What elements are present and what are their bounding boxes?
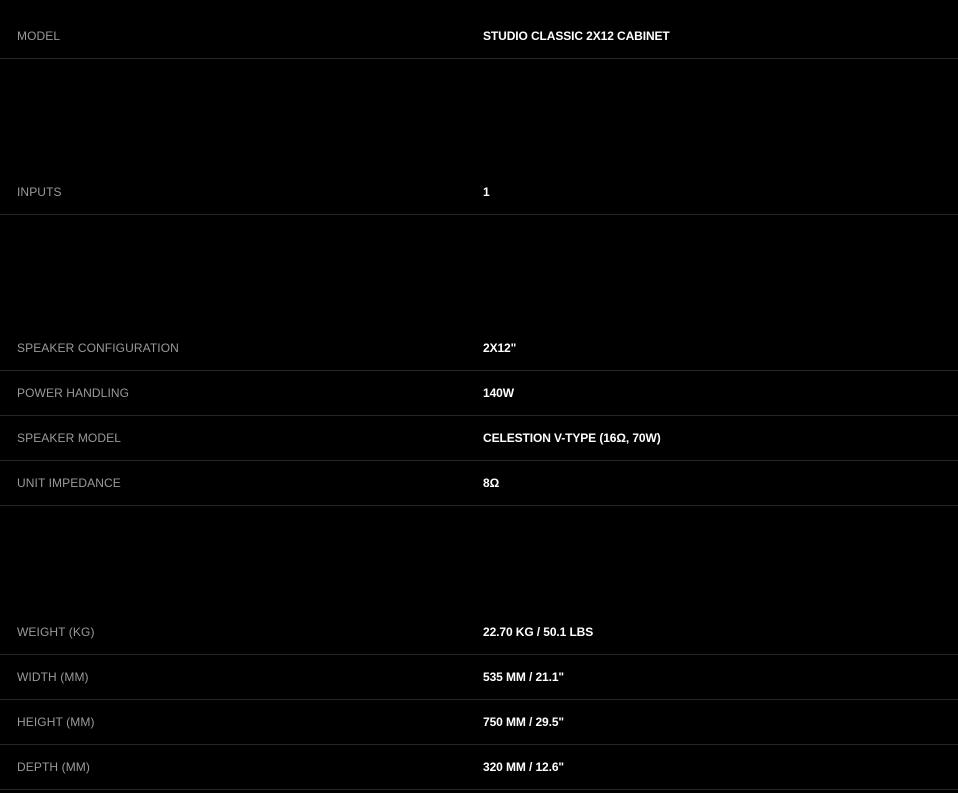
spec-label-height: HEIGHT (MM) bbox=[17, 715, 95, 729]
spec-row-speaker-model: SPEAKER MODEL CELESTION V-TYPE (16Ω, 70W… bbox=[0, 416, 958, 461]
spec-label-speaker-model: SPEAKER MODEL bbox=[17, 431, 121, 445]
spec-value-height: 750 MM / 29.5" bbox=[483, 715, 564, 729]
spec-row-weight: WEIGHT (KG) 22.70 KG / 50.1 LBS bbox=[0, 610, 958, 655]
spec-row-unit-impedance: UNIT IMPEDANCE 8Ω bbox=[0, 461, 958, 506]
spec-label-weight: WEIGHT (KG) bbox=[17, 625, 95, 639]
spec-label-depth: DEPTH (MM) bbox=[17, 760, 90, 774]
spec-row-depth: DEPTH (MM) 320 MM / 12.6" bbox=[0, 745, 958, 790]
spec-label-width: WIDTH (MM) bbox=[17, 670, 89, 684]
spec-row-power-handling: POWER HANDLING 140W bbox=[0, 371, 958, 416]
spec-row-width: WIDTH (MM) 535 MM / 21.1" bbox=[0, 655, 958, 700]
spec-row-height: HEIGHT (MM) 750 MM / 29.5" bbox=[0, 700, 958, 745]
spec-label-model: MODEL bbox=[17, 29, 61, 43]
spec-label-speaker-configuration: SPEAKER CONFIGURATION bbox=[17, 341, 179, 355]
spec-value-depth: 320 MM / 12.6" bbox=[483, 760, 564, 774]
spec-row-speaker-configuration: SPEAKER CONFIGURATION 2X12" bbox=[0, 326, 958, 371]
spec-value-width: 535 MM / 21.1" bbox=[483, 670, 564, 684]
spec-value-speaker-model: CELESTION V-TYPE (16Ω, 70W) bbox=[483, 431, 661, 445]
spec-row-model: MODEL STUDIO CLASSIC 2X12 CABINET bbox=[0, 14, 958, 59]
spec-label-inputs: INPUTS bbox=[17, 185, 62, 199]
spec-label-power-handling: POWER HANDLING bbox=[17, 386, 130, 400]
spec-value-speaker-configuration: 2X12" bbox=[483, 341, 517, 355]
spec-row-inputs: INPUTS 1 bbox=[0, 170, 958, 215]
spec-value-unit-impedance: 8Ω bbox=[483, 476, 500, 490]
spec-value-model: STUDIO CLASSIC 2X12 CABINET bbox=[483, 29, 670, 43]
spec-label-unit-impedance: UNIT IMPEDANCE bbox=[17, 476, 121, 490]
spec-value-weight: 22.70 KG / 50.1 LBS bbox=[483, 625, 594, 639]
spec-value-power-handling: 140W bbox=[483, 386, 514, 400]
spec-value-inputs: 1 bbox=[483, 185, 490, 199]
